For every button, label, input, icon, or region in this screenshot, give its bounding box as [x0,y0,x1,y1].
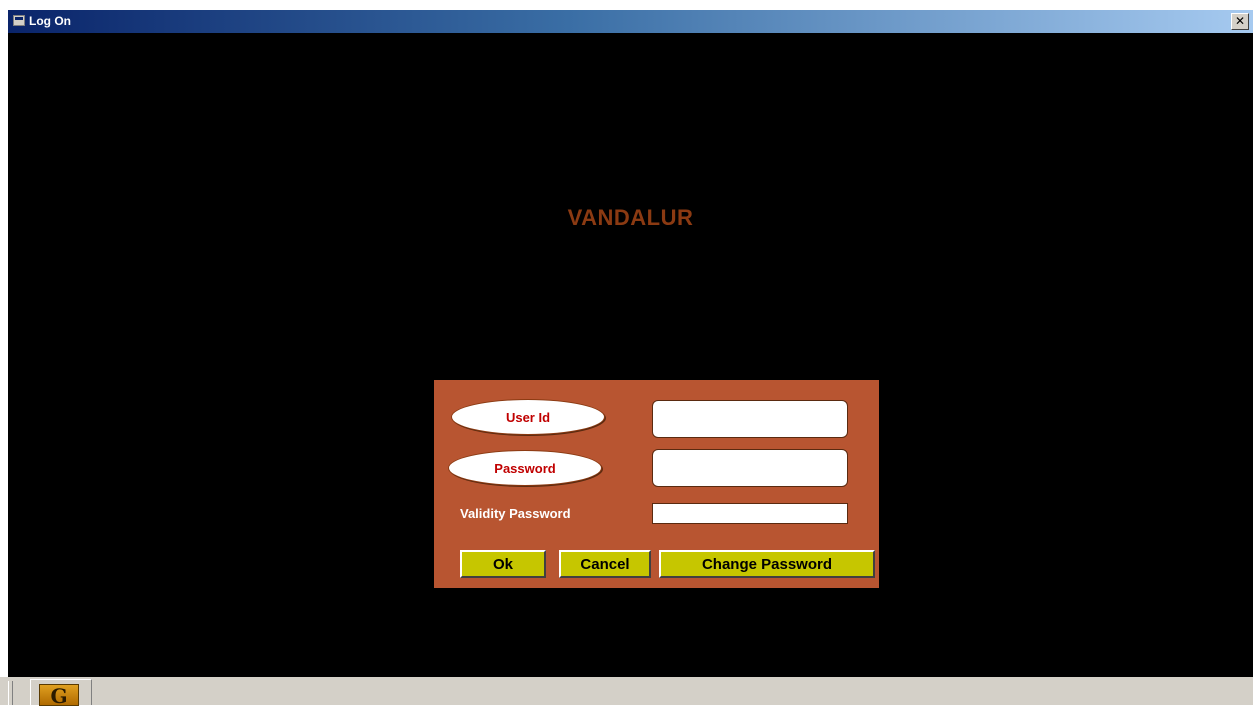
validity-password-label: Validity Password [460,506,571,521]
app-title: VANDALUR [567,205,694,230]
close-button[interactable]: ✕ [1231,13,1249,30]
taskbar-grip [8,681,13,705]
user-id-label: User Id [451,399,605,435]
ok-button[interactable]: Ok [460,550,546,578]
taskbar: G [0,677,1253,706]
change-password-button[interactable]: Change Password [659,550,875,578]
cancel-button[interactable]: Cancel [559,550,651,578]
company-logo-icon: G [39,684,79,706]
validity-password-input[interactable] [652,503,848,524]
window-icon[interactable] [13,15,25,26]
title-bar[interactable]: Log On ✕ [8,10,1253,33]
logon-window: Log On ✕ VANDALUR User Id Password Valid… [8,10,1253,677]
taskbar-app-button[interactable]: G [30,679,92,706]
password-label: Password [448,450,602,486]
window-title: Log On [29,14,71,28]
user-id-input[interactable] [652,400,848,438]
password-input[interactable] [652,449,848,487]
logo-letter: G [50,684,68,706]
login-panel: User Id Password Validity Password Ok Ca… [434,380,879,588]
